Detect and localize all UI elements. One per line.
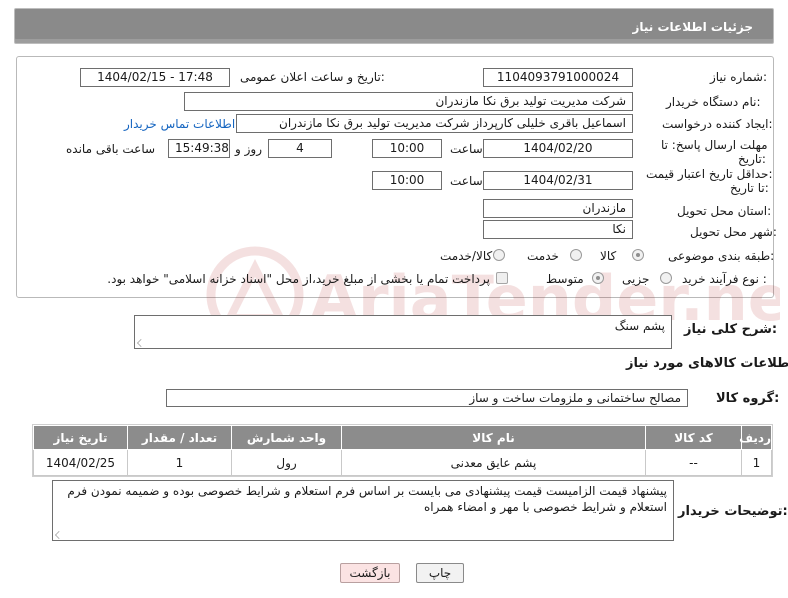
print-button[interactable]: چاپ xyxy=(416,563,464,583)
category-option-goods: کالا xyxy=(600,249,617,263)
category-radio-goods[interactable] xyxy=(632,249,644,261)
goods-group-field: مصالح ساختمانی و ملزومات ساخت و ساز xyxy=(166,389,688,407)
reply-time-label: ساعت xyxy=(450,142,483,156)
buyer-notes-field: پیشنهاد قیمت الزامیست قیمت پیشنهادی می ب… xyxy=(52,480,674,541)
buyer-notes-text: پیشنهاد قیمت الزامیست قیمت پیشنهادی می ب… xyxy=(67,484,667,514)
process-option-medium: متوسط xyxy=(546,272,584,286)
col-header-row-number: ردیف xyxy=(739,425,772,450)
cell-goods-code: -- xyxy=(645,449,742,476)
cell-quantity: 1 xyxy=(127,449,232,476)
back-button[interactable]: بازگشت xyxy=(340,563,400,583)
col-header-quantity: تعداد / مقدار xyxy=(127,425,232,450)
treasury-payment-note: پرداخت تمام یا بخشی از مبلغ خرید،از محل … xyxy=(107,272,490,286)
reply-deadline-label-date: تاریخ: xyxy=(738,152,766,166)
buyer-org-field: شرکت مدیریت تولید برق نکا مازندران xyxy=(184,92,633,111)
cell-goods-name: پشم عایق معدنی xyxy=(341,449,646,476)
category-option-service: خدمت xyxy=(527,249,559,263)
cell-unit: رول xyxy=(231,449,342,476)
cell-row-number: 1 xyxy=(741,449,772,476)
announce-date-field: 1404/02/15 - 17:48 xyxy=(80,68,230,87)
col-header-goods-code: کد کالا xyxy=(645,425,742,450)
process-type-label: نوع فرآیند خرید : xyxy=(682,272,767,286)
requester-label: ایجاد کننده درخواست: xyxy=(662,117,773,131)
days-remaining-field: 4 xyxy=(268,139,332,158)
validity-date-field: 1404/02/31 xyxy=(483,171,633,190)
category-radio-service[interactable] xyxy=(570,249,582,261)
buyer-notes-label: توضیحات خریدار: xyxy=(678,504,788,519)
reply-deadline-label: مهلت ارسال پاسخ: تا xyxy=(661,138,768,152)
process-radio-medium[interactable] xyxy=(592,272,604,284)
reply-time-field: 10:00 xyxy=(372,139,442,158)
treasury-payment-checkbox[interactable] xyxy=(496,272,508,284)
category-label: طبقه بندی موضوعی: xyxy=(668,249,775,263)
province-label: استان محل تحویل: xyxy=(677,204,772,218)
resize-handle-icon xyxy=(55,531,63,539)
requester-field: اسماعیل باقری خلیلی کارپرداز شرکت مدیریت… xyxy=(236,114,633,133)
cell-need-date: 1404/02/25 xyxy=(33,449,128,476)
page-header: جزئیات اطلاعات نیاز xyxy=(14,8,774,44)
goods-section-title: اطلاعات کالاهای مورد نیاز xyxy=(626,356,788,371)
goods-table-container: ردیف کد کالا نام کالا واحد شمارش تعداد /… xyxy=(32,424,773,477)
need-number-field: 1104093791000024 xyxy=(483,68,633,87)
goods-group-label: گروه کالا: xyxy=(716,391,780,406)
col-header-unit: واحد شمارش xyxy=(231,425,342,450)
need-description-label: شرح کلی نیاز: xyxy=(684,322,778,337)
remaining-time-label: ساعت باقی مانده xyxy=(66,142,156,156)
goods-table-header: ردیف کد کالا نام کالا واحد شمارش تعداد /… xyxy=(33,425,772,450)
buyer-contact-link[interactable]: اطلاعات تماس خریدار xyxy=(124,117,235,131)
process-option-minor: جزیی xyxy=(622,272,650,286)
reply-date-field: 1404/02/20 xyxy=(483,139,633,158)
city-label: شهر محل تحویل: xyxy=(690,225,777,239)
city-field: نکا xyxy=(483,220,633,239)
category-option-goods-service: کالا/خدمت xyxy=(440,249,493,263)
buyer-org-label: نام دستگاه خریدار: xyxy=(666,95,761,109)
process-radio-minor[interactable] xyxy=(660,272,672,284)
col-header-need-date: تاریخ نیاز xyxy=(33,425,128,450)
price-validity-label: حداقل تاریخ اعتبار قیمت: xyxy=(646,167,773,181)
page-title: جزئیات اطلاعات نیاز xyxy=(632,20,753,34)
province-field: مازندران xyxy=(483,199,633,218)
remaining-time-field: 15:49:38 xyxy=(168,139,230,158)
need-description-field: پشم سنگ xyxy=(134,315,672,349)
validity-time-field: 10:00 xyxy=(372,171,442,190)
need-description-text: پشم سنگ xyxy=(614,319,665,333)
need-number-label: شماره نیاز: xyxy=(710,70,768,84)
category-radio-goods-service[interactable] xyxy=(493,249,505,261)
price-validity-label-date: تا تاریخ: xyxy=(730,181,769,195)
resize-handle-icon xyxy=(137,339,145,347)
days-label: روز و xyxy=(235,142,262,156)
validity-time-label: ساعت xyxy=(450,174,483,188)
goods-table: ردیف کد کالا نام کالا واحد شمارش تعداد /… xyxy=(33,425,772,476)
announce-date-label: تاریخ و ساعت اعلان عمومی: xyxy=(240,70,385,84)
table-row: 1 -- پشم عایق معدنی رول 1 1404/02/25 xyxy=(33,449,772,476)
col-header-goods-name: نام کالا xyxy=(341,425,646,450)
